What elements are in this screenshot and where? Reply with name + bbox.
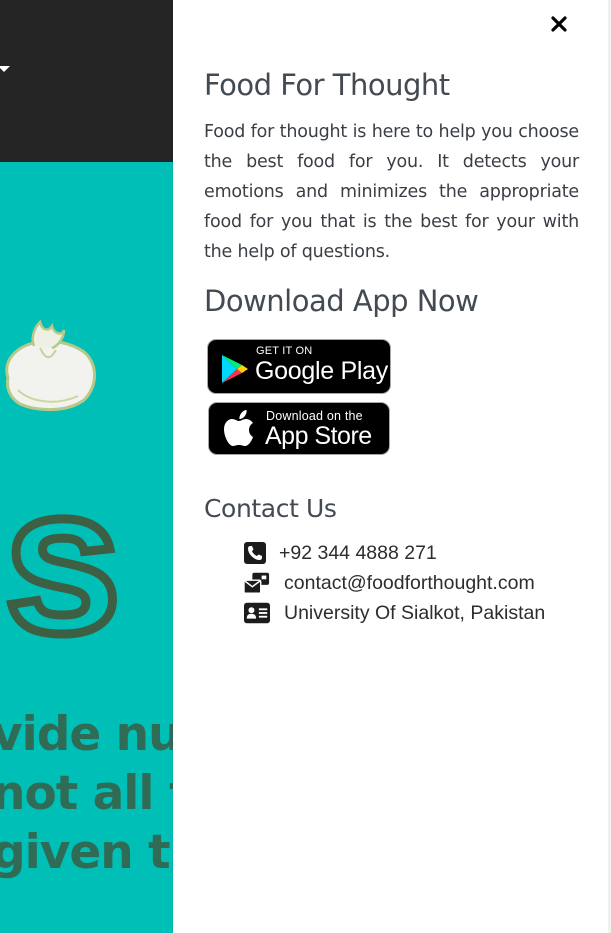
about-text: Food for thought is here to help you cho…	[204, 122, 579, 262]
google-play-badge[interactable]: GET IT ON Google Play	[207, 339, 391, 394]
garlic-illustration	[5, 320, 96, 412]
close-button[interactable]	[545, 10, 573, 38]
app-store-badge[interactable]: Download on the App Store	[208, 402, 390, 455]
address-card-icon	[244, 601, 270, 625]
phone-icon	[244, 541, 270, 565]
contact-email-text: contact@foodforthought.com	[284, 571, 535, 594]
google-play-small-text: GET IT ON	[256, 345, 313, 357]
dropdown-caret-icon[interactable]	[0, 66, 10, 72]
google-play-icon	[222, 355, 248, 383]
contact-address[interactable]: University Of Sialkot, Pakistan	[244, 598, 545, 628]
sidebar-panel: Food For Thought Food for thought is her…	[173, 0, 611, 933]
contact-email[interactable]: contact@foodforthought.com	[244, 568, 545, 598]
envelope-icon	[244, 571, 270, 595]
sidebar-title: Food For Thought	[204, 68, 450, 102]
contact-heading: Contact Us	[204, 494, 337, 523]
contact-phone[interactable]: +92 344 4888 271	[244, 538, 545, 568]
download-heading: Download App Now	[204, 284, 479, 318]
close-icon	[551, 16, 567, 32]
apple-icon	[224, 410, 253, 446]
hero-big-word: ds	[0, 442, 126, 677]
contact-address-text: University Of Sialkot, Pakistan	[284, 601, 546, 624]
google-play-big-text: Google Play	[255, 357, 388, 385]
contact-list: +92 344 4888 271 contact@foodforthought.…	[244, 538, 545, 628]
app-store-small-text: Download on the	[266, 409, 363, 423]
contact-phone-text: +92 344 4888 271	[279, 541, 437, 564]
app-store-big-text: App Store	[265, 422, 372, 450]
